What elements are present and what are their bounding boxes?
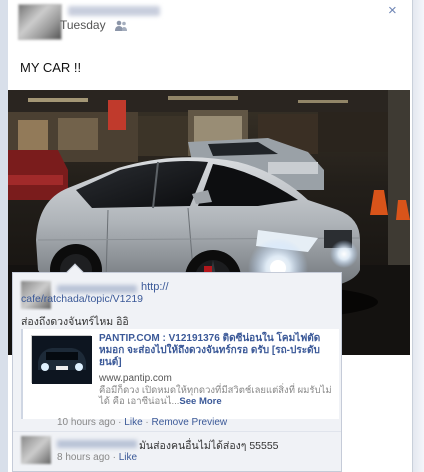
comment-text: มันส่องคนอื่นไม่ได้ส่องๆ 55555: [139, 440, 279, 452]
preview-description: คือมีก็ดวง เปิดหมดให้ทุกดวงที่มีสวิตช์เล…: [99, 385, 335, 407]
comment-time[interactable]: 10 hours ago: [57, 417, 115, 428]
like-link[interactable]: Like: [119, 452, 137, 463]
preview-title[interactable]: PANTIP.COM : V12191376 ติดซีน่อนใน โคมไฟ…: [99, 333, 335, 369]
commenter-name-redacted[interactable]: [57, 285, 137, 293]
comment-link-path[interactable]: cafe/ratchada/topic/V1219: [21, 293, 181, 305]
comment-time[interactable]: 8 hours ago: [57, 452, 110, 463]
preview-url: www.pantip.com: [99, 373, 172, 384]
comment-item: มันส่องคนอื่นไม่ได้ส่องๆ 55555 8 hours a…: [13, 431, 341, 471]
commenter-name-redacted[interactable]: [57, 440, 137, 448]
post-message: MY CAR !!: [20, 60, 82, 75]
scrollbar[interactable]: [412, 0, 424, 472]
like-link[interactable]: Like: [124, 417, 142, 428]
post-time[interactable]: Tuesday: [60, 18, 106, 32]
comment-link[interactable]: http://: [141, 281, 169, 293]
remove-preview-link[interactable]: Remove Preview: [152, 417, 228, 428]
preview-thumbnail-image: [32, 336, 92, 384]
friends-icon: [115, 20, 127, 31]
comment-meta: 10 hours ago · Like · Remove Preview: [57, 417, 228, 428]
commenter-avatar[interactable]: [21, 436, 51, 464]
comment-text: ส่องถึงดวงจันทร์ไหม อิอิ: [21, 316, 129, 328]
left-frame: [0, 0, 8, 472]
preview-thumbnail[interactable]: [31, 335, 92, 384]
link-preview[interactable]: PANTIP.COM : V12191376 ติดซีน่อนใน โคมไฟ…: [21, 329, 339, 419]
comment-meta: 8 hours ago · Like: [57, 452, 138, 463]
feed-post: Tuesday × MY CAR !! http:// cafe/ratchad…: [8, 0, 412, 472]
author-name-redacted[interactable]: [68, 6, 160, 16]
see-more-link[interactable]: See More: [179, 396, 221, 407]
comments-panel: http:// cafe/ratchada/topic/V1219 ส่องถึ…: [12, 263, 342, 472]
close-button[interactable]: ×: [388, 2, 397, 19]
author-avatar[interactable]: [18, 4, 62, 40]
